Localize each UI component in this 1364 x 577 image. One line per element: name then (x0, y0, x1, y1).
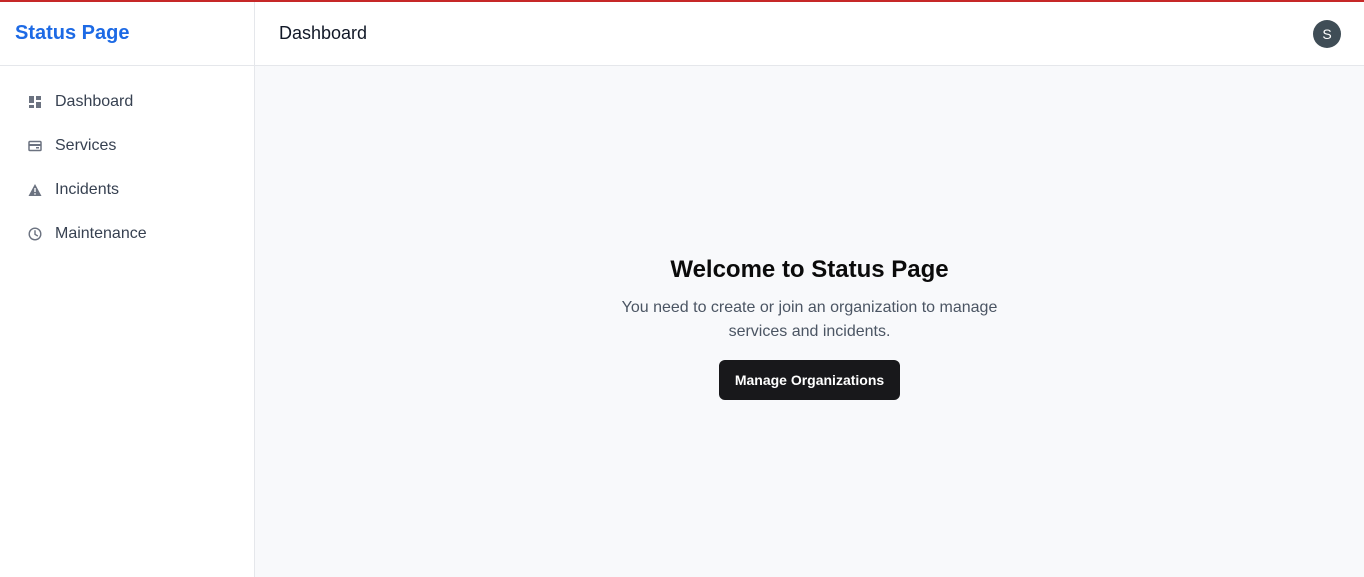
manage-organizations-button[interactable]: Manage Organizations (718, 360, 901, 400)
sidebar-item-services[interactable]: Services (0, 124, 254, 168)
services-icon (27, 138, 43, 154)
page-title: Dashboard (279, 23, 368, 43)
welcome-text: You need to create or join an organizati… (621, 299, 998, 340)
sidebar: Status Page Dashboard Services Incidents (0, 2, 255, 577)
warning-icon (27, 182, 43, 198)
app-root: Status Page Dashboard Services Incidents (0, 0, 1364, 577)
dashboard-icon (27, 94, 43, 110)
welcome-title: Welcome to Status Page (670, 256, 949, 283)
sidebar-item-label: Services (55, 137, 117, 154)
sidebar-item-maintenance[interactable]: Maintenance (0, 212, 254, 256)
sidebar-item-label: Maintenance (55, 225, 147, 242)
sidebar-item-dashboard[interactable]: Dashboard (0, 80, 254, 124)
brand-header: Status Page (0, 2, 254, 66)
clock-icon (27, 226, 43, 242)
brand-title[interactable]: Status Page (15, 22, 129, 45)
sidebar-item-label: Dashboard (55, 93, 134, 110)
sidebar-item-incidents[interactable]: Incidents (0, 168, 254, 212)
avatar[interactable]: S (1313, 20, 1341, 48)
welcome-panel: Welcome to Status Page You need to creat… (255, 256, 1364, 400)
main-content: Welcome to Status Page You need to creat… (255, 66, 1364, 577)
sidebar-nav: Dashboard Services Incidents Maintenance (0, 66, 254, 256)
top-header: Dashboard S (255, 2, 1364, 66)
sidebar-item-label: Incidents (55, 181, 120, 198)
